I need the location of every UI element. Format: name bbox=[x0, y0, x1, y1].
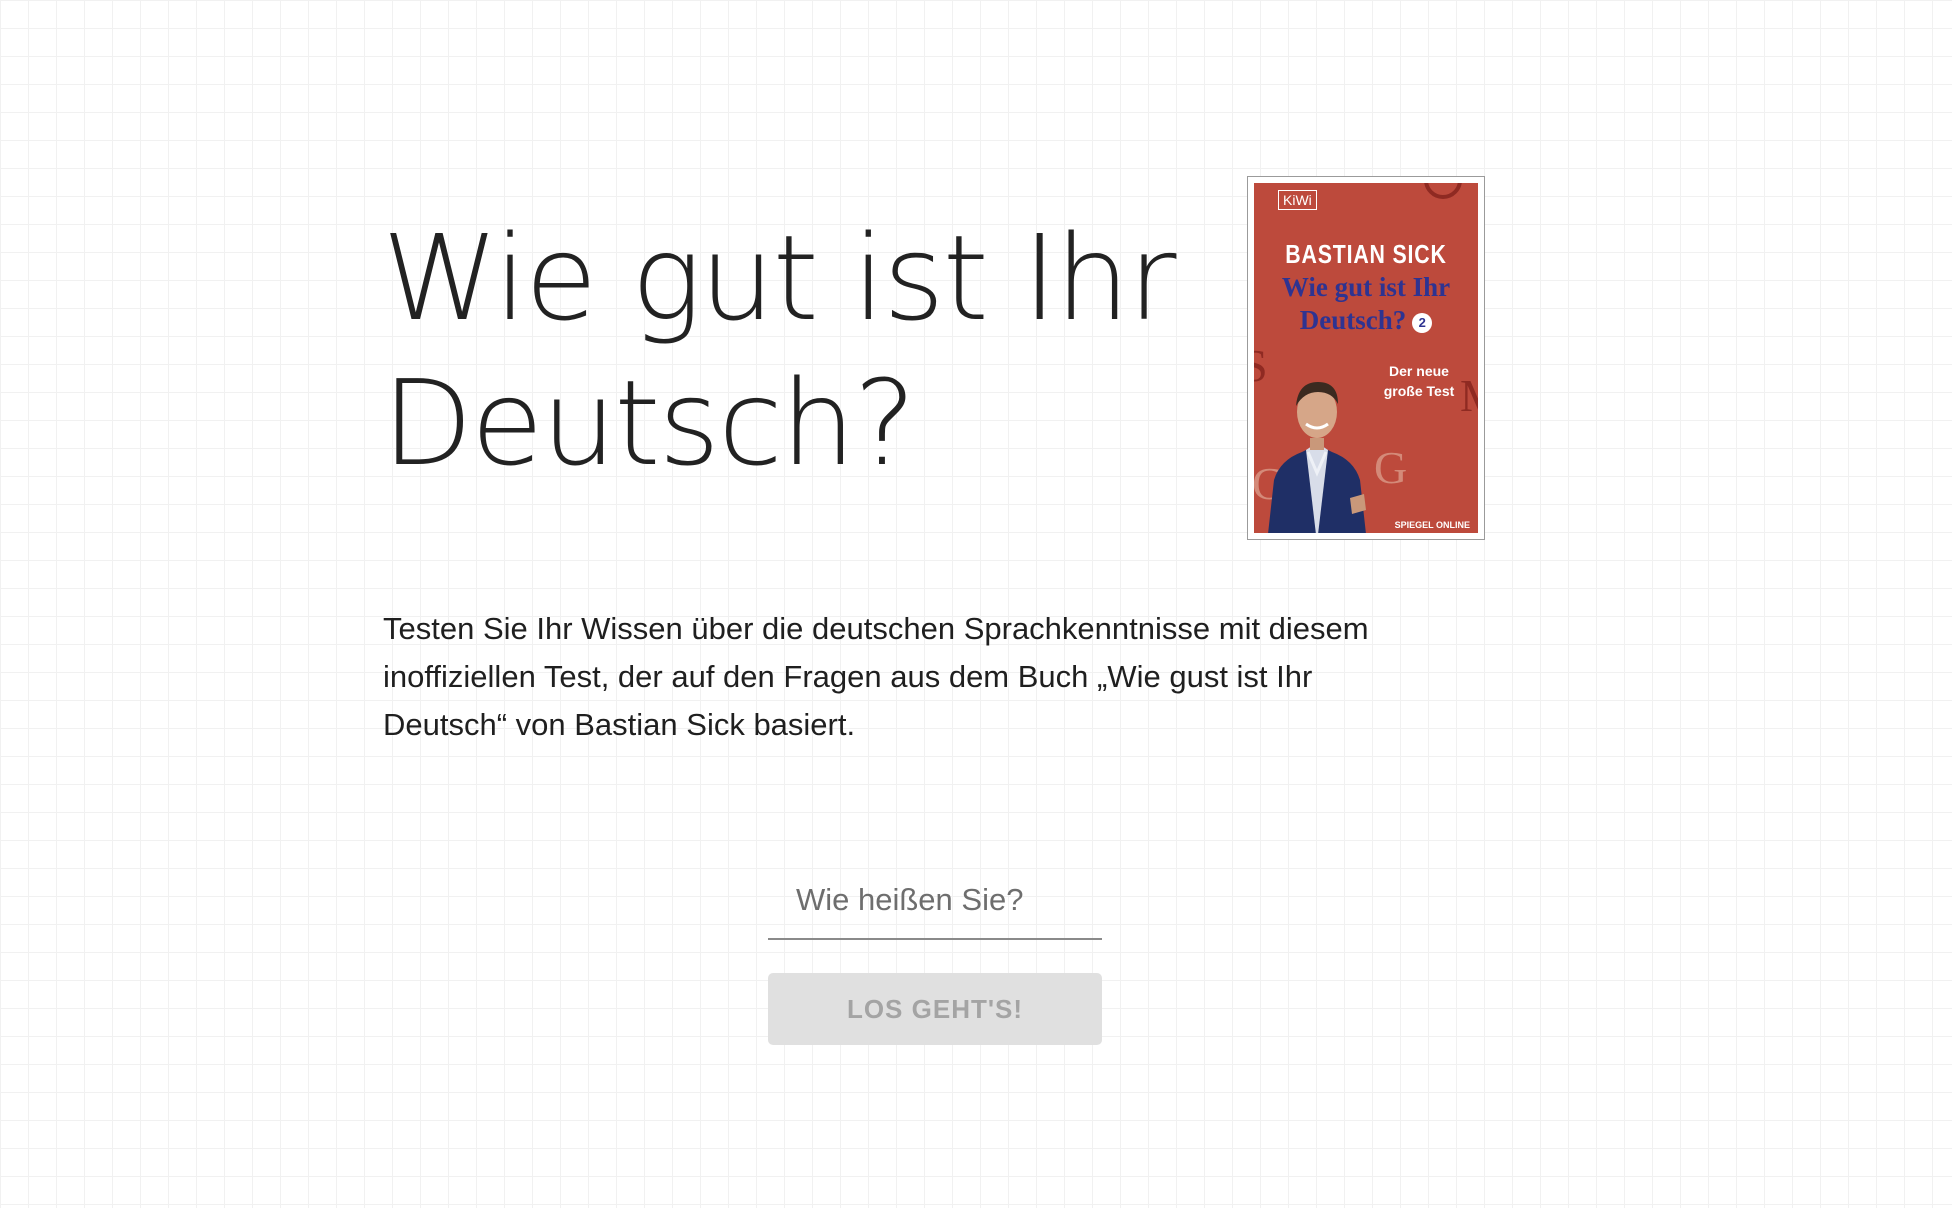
book-title-line-2-text: Deutsch? bbox=[1299, 305, 1407, 335]
start-button[interactable]: LOS GEHT'S! bbox=[768, 973, 1102, 1045]
book-title-line-1: Wie gut ist Ihr bbox=[1281, 272, 1451, 302]
page-title-line-1: Wie gut ist Ihr bbox=[382, 209, 1177, 347]
decorative-letter-g: G bbox=[1374, 442, 1408, 493]
name-field[interactable] bbox=[768, 864, 1102, 940]
partner-logo: SPIEGEL ONLINE bbox=[1394, 520, 1470, 530]
page-title: Wie gut ist Ihr Deutsch? bbox=[382, 206, 1177, 496]
publisher-logo: KiWi bbox=[1278, 190, 1317, 210]
author-portrait bbox=[1268, 382, 1366, 533]
book-subtitle-line-2: große Test bbox=[1383, 383, 1455, 399]
page-title-line-2: Deutsch? bbox=[382, 354, 916, 492]
book-cover-image: KiWi S M G C BASTIAN SICK Wie gut ist Ih… bbox=[1247, 176, 1485, 540]
book-cover: KiWi S M G C BASTIAN SICK Wie gut ist Ih… bbox=[1254, 183, 1478, 533]
book-subtitle: Der neue große Test bbox=[1366, 361, 1472, 401]
volume-badge: 2 bbox=[1412, 312, 1433, 333]
intro-text: Testen Sie Ihr Wissen über die deutschen… bbox=[383, 611, 1369, 742]
book-title-line-2: Deutsch? 2 bbox=[1254, 304, 1478, 337]
decorative-letter-o bbox=[1424, 183, 1462, 199]
book-author: BASTIAN SICK bbox=[1285, 239, 1447, 269]
book-title: Wie gut ist Ihr Deutsch? 2 bbox=[1254, 271, 1478, 337]
name-input[interactable] bbox=[768, 864, 1102, 936]
book-subtitle-line-1: Der neue bbox=[1389, 363, 1449, 379]
